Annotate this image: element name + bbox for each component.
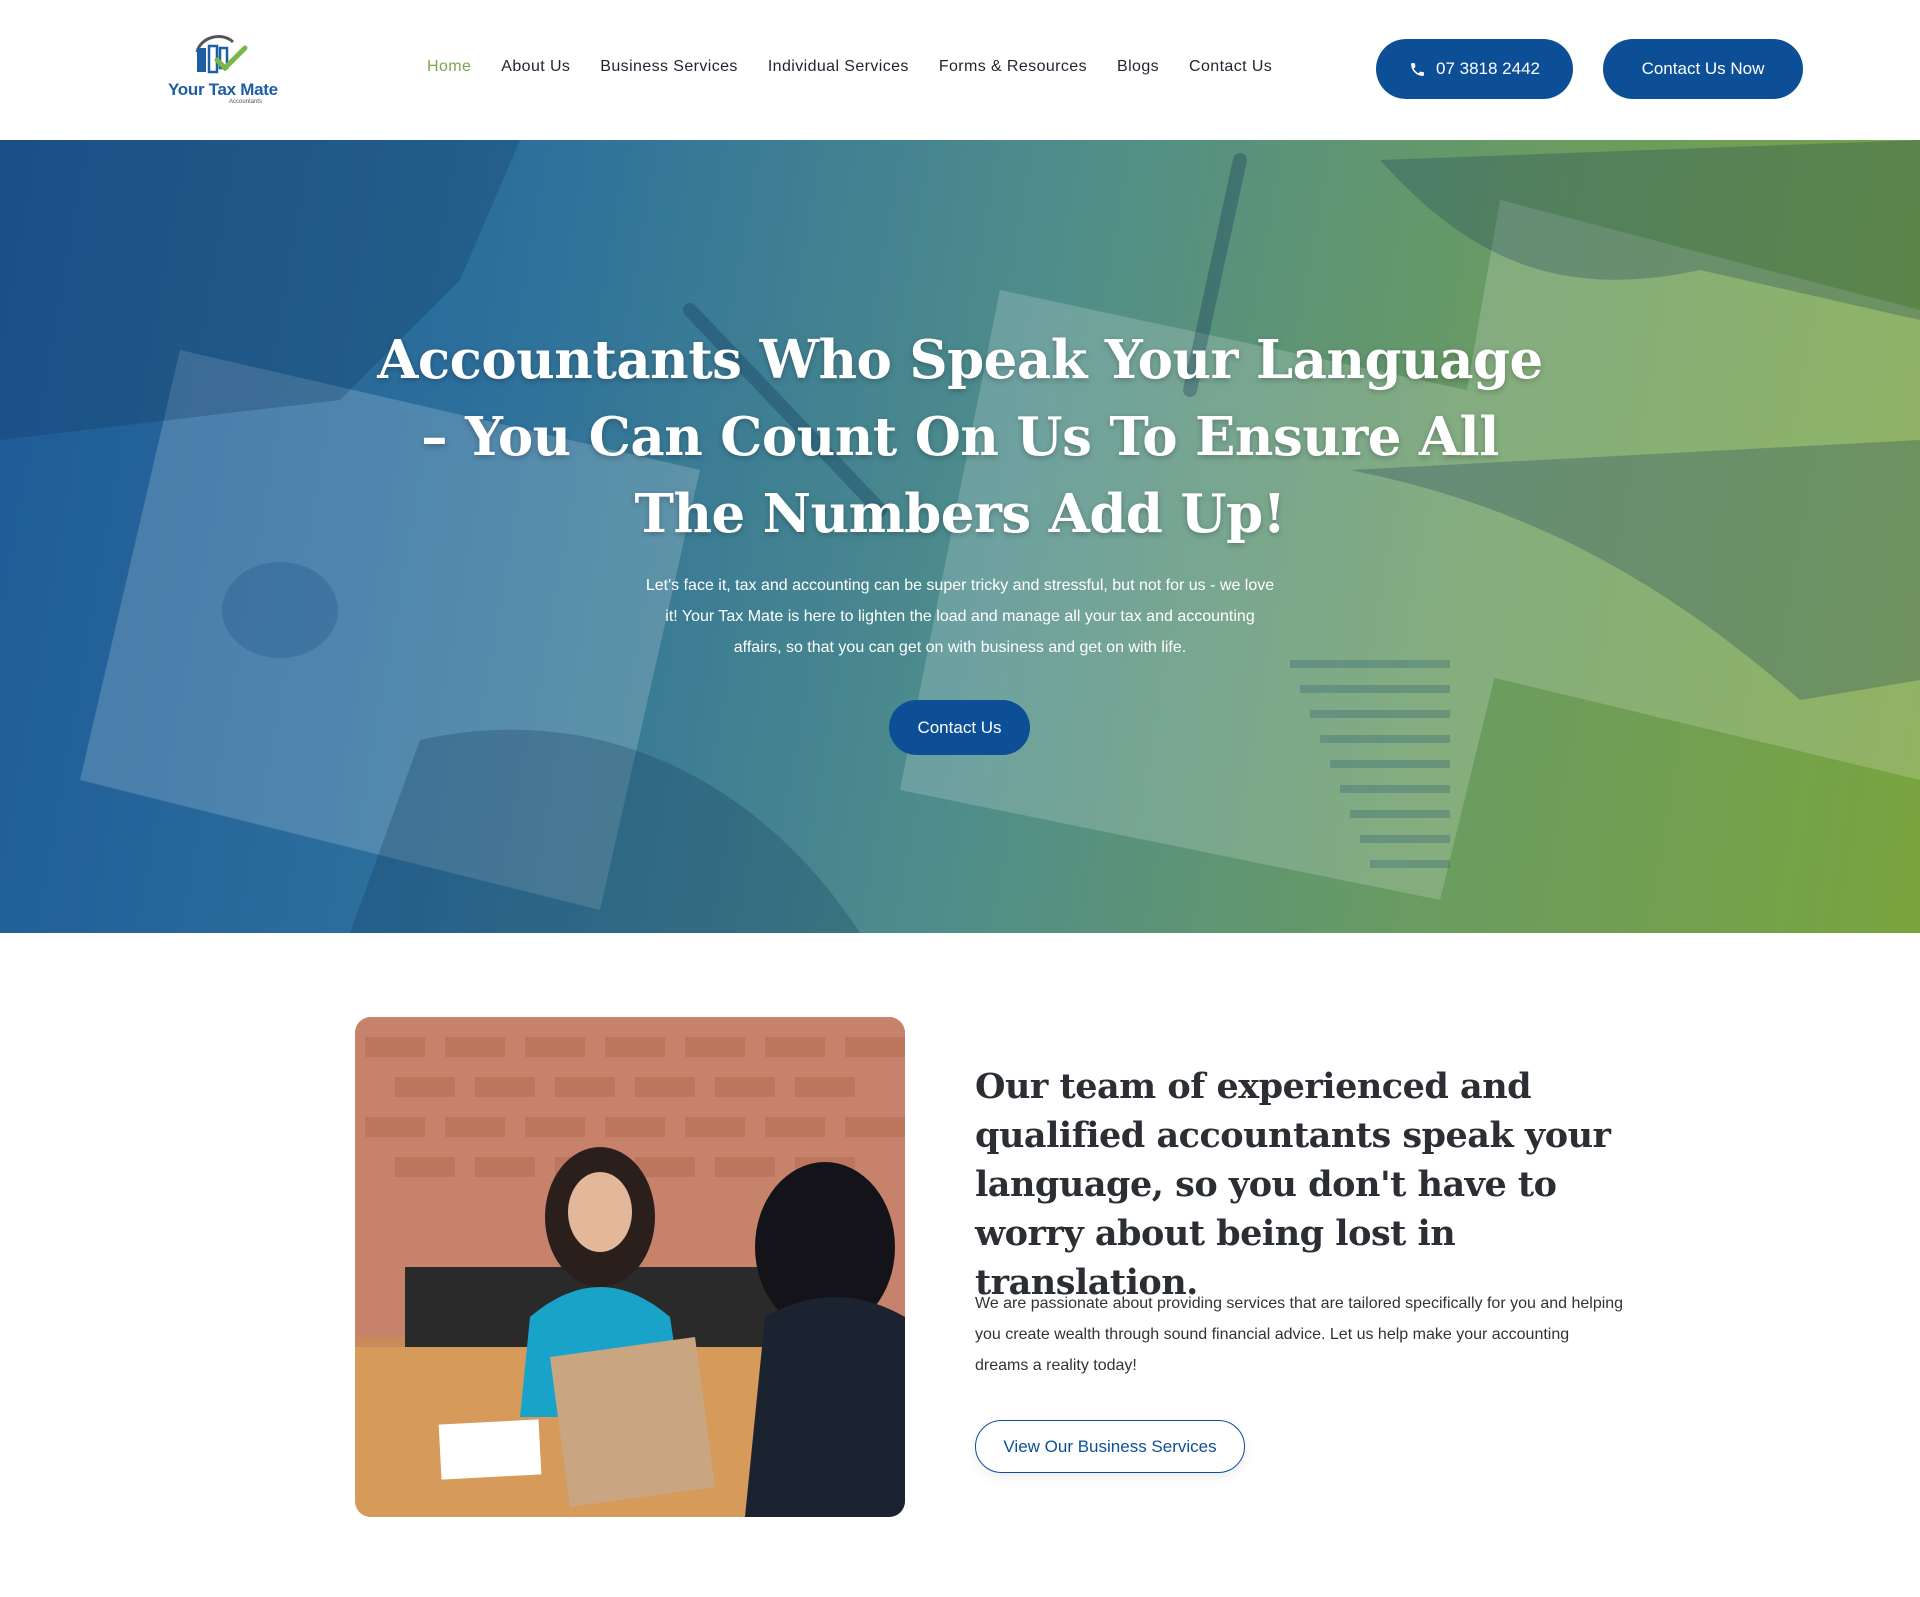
- site-logo[interactable]: Your Tax Mate Accountants: [165, 32, 278, 108]
- logo-text: Your Tax Mate: [168, 80, 278, 99]
- nav-item-individual-services[interactable]: Individual Services: [768, 58, 909, 76]
- contact-us-now-button[interactable]: Contact Us Now: [1603, 39, 1803, 99]
- phone-icon: [1411, 62, 1424, 76]
- nav-item-about-us[interactable]: About Us: [501, 58, 570, 76]
- nav-item-contact-us[interactable]: Contact Us: [1189, 58, 1272, 76]
- intro-heading: Our team of experienced and qualified ac…: [975, 1066, 1611, 1303]
- hero-description: Let's face it, tax and accounting can be…: [645, 577, 1275, 656]
- team-meeting-photo: [355, 1017, 905, 1517]
- view-business-services-button[interactable]: View Our Business Services: [975, 1420, 1245, 1473]
- main-nav: Home About Us Business Services Individu…: [427, 58, 1302, 76]
- hero-title: Accountants Who Speak Your Language – Yo…: [377, 329, 1543, 545]
- hero-contact-us-button[interactable]: Contact Us: [889, 700, 1030, 755]
- logo-subtext: Accountants: [229, 99, 263, 105]
- intro-description: We are passionate about providing servic…: [975, 1295, 1624, 1374]
- nav-item-business-services[interactable]: Business Services: [600, 58, 738, 76]
- logo-mark-icon: [195, 35, 248, 74]
- nav-item-home[interactable]: Home: [427, 58, 471, 76]
- nav-item-blogs[interactable]: Blogs: [1117, 58, 1159, 76]
- phone-number: 07 3818 2442: [1436, 59, 1540, 78]
- hero-section: Accountants Who Speak Your Language – Yo…: [0, 140, 1920, 933]
- photo-illustration: [355, 1017, 905, 1517]
- hero-content: Accountants Who Speak Your Language – Yo…: [0, 140, 1920, 933]
- nav-item-forms-resources[interactable]: Forms & Resources: [939, 58, 1087, 76]
- phone-button[interactable]: 07 3818 2442: [1376, 39, 1573, 99]
- site-header: Your Tax Mate Accountants Home About Us …: [0, 0, 1920, 140]
